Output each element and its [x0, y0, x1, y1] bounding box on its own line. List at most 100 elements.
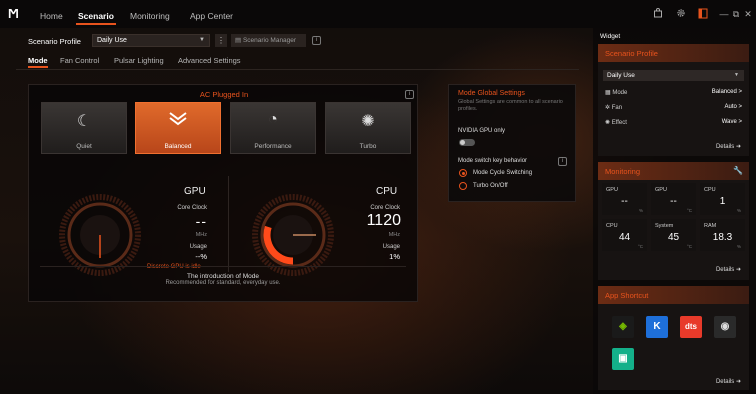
gauge-divider — [228, 176, 229, 272]
power-source-title: AC Plugged In — [199, 90, 249, 99]
scenario-profile-select[interactable]: Daily Use ▼ — [92, 34, 210, 47]
nvidia-icon[interactable]: ◈ — [612, 316, 634, 338]
monitor-unit: °C — [637, 244, 643, 249]
mode-intro-desc: Recommended for standard, everyday use. — [165, 280, 281, 286]
app-window: Ϻ Home Scenario Monitoring App Center — … — [0, 0, 756, 394]
mode-global-settings: Mode Global Settings Global Settings are… — [448, 84, 576, 202]
tab-fan-control[interactable]: Fan Control — [60, 56, 99, 65]
card-header: Monitoring — [598, 162, 749, 180]
widget-title: Widget — [600, 33, 621, 40]
mode-label: Balanced — [164, 143, 192, 150]
mode-label: Quiet — [76, 143, 92, 150]
global-settings-desc: Global Settings are common to all scenar… — [458, 99, 563, 112]
close-icon[interactable]: ✕ — [742, 8, 754, 20]
gpu-clock-unit: MHz — [195, 232, 207, 238]
monitor-cell: CPU 1% — [700, 183, 745, 215]
monitor-cell: System 45 °C — [651, 219, 696, 251]
widget-panel: Widget Scenario Profile Daily Use ▼ ▦ Mo… — [593, 28, 756, 394]
scenario-manager-label: Scenario Manager — [242, 37, 297, 44]
quiet-icon: ☾ — [76, 113, 92, 130]
fan-row-value[interactable]: Auto > — [724, 104, 742, 110]
k-app-icon[interactable]: K — [646, 316, 668, 338]
cpu-clock-label: Core Clock — [370, 205, 400, 211]
global-settings-title: Mode Global Settings — [458, 90, 525, 97]
more-options-button[interactable]: ⋮ — [215, 34, 227, 47]
monitor-value: 45 — [667, 232, 680, 243]
nav-app-center[interactable]: App Center — [190, 11, 233, 21]
mode-balanced-button[interactable]: Balanced — [135, 102, 221, 154]
scenario-manager-button[interactable]: ▤ Scenario Manager — [231, 34, 306, 47]
dts-icon[interactable]: dts — [680, 316, 702, 338]
app-shortcut-card: App Shortcut ◈ Kdts ◉ ▣ Details ➜ — [598, 286, 749, 390]
radio-turbo-onoff[interactable] — [459, 182, 467, 190]
card-header: Scenario Profile — [598, 44, 749, 62]
monitoring-details-link[interactable]: Details ➜ — [716, 266, 741, 273]
mode-label: Performance — [254, 143, 292, 150]
scenario-profile-card: Scenario Profile Daily Use ▼ ▦ Mode Bala… — [598, 44, 749, 156]
mode-quiet-button[interactable]: ☾ Quiet — [41, 102, 127, 154]
tab-mode[interactable]: Mode — [28, 56, 48, 65]
mode-row-value[interactable]: Balanced > — [712, 89, 742, 95]
performance-icon: ◔ — [268, 111, 278, 128]
bag-icon[interactable] — [652, 8, 664, 20]
gpu-idle-note: Discrete GPU is idle — [147, 264, 201, 270]
info-icon[interactable]: i — [312, 36, 321, 45]
mode-turbo-button[interactable]: ✺ Turbo — [325, 102, 411, 154]
fan-row-label: ✲ Fan — [605, 104, 622, 111]
predator-sense-icon[interactable]: ▣ — [612, 348, 634, 370]
scenario-manager-icon: ▤ — [235, 37, 243, 44]
widget-profile-value: Daily Use — [607, 72, 635, 79]
shortcut-details-link[interactable]: Details ➜ — [716, 378, 741, 385]
card-title: App Shortcut — [605, 291, 649, 300]
disc-app-icon[interactable]: ◉ — [714, 316, 736, 338]
card-title: Monitoring — [605, 167, 641, 176]
monitor-cell: RAM 18.3% — [700, 219, 745, 251]
minimize-icon[interactable]: — — [718, 8, 730, 20]
cpu-clock-value: 1120 — [366, 212, 401, 229]
nav-scenario[interactable]: Scenario — [78, 11, 114, 21]
mode-intro-title: The introduction of Mode — [187, 273, 259, 280]
monitor-unit: % — [736, 244, 741, 249]
tab-pulsar-lighting[interactable]: Pulsar Lighting — [114, 56, 164, 65]
gear-icon[interactable] — [675, 8, 687, 20]
monitor-unit: % — [736, 208, 741, 213]
scenario-profile-value: Daily Use — [97, 37, 127, 44]
tab-advanced-settings[interactable]: Advanced Settings — [178, 56, 241, 65]
top-bar: Ϻ Home Scenario Monitoring App Center — … — [0, 0, 756, 28]
toggle-knob — [460, 140, 465, 145]
card-header: App Shortcut — [598, 286, 749, 304]
gpu-usage-label: Usage — [189, 244, 207, 250]
monitor-cell: GPU -- °C — [651, 183, 696, 215]
chevron-down-icon: ▼ — [734, 72, 739, 78]
monitoring-card: Monitoring 🔧 GPU --% GPU -- °C CPU 1% CPU 44 °… — [598, 162, 749, 280]
panel-info-icon[interactable]: i — [405, 90, 414, 99]
nav-active-indicator — [76, 23, 116, 25]
mode-performance-button[interactable]: ◔ Performance — [230, 102, 316, 154]
mode-row-label: ▦ Mode — [605, 89, 627, 96]
switch-info-icon[interactable]: i — [558, 157, 567, 166]
gpu-clock-value: -- — [195, 213, 207, 229]
scenario-profile-label: Scenario Profile — [28, 37, 81, 46]
monitor-name: RAM — [704, 223, 717, 229]
predator-logo: Ϻ — [8, 6, 19, 21]
scenario-details-link[interactable]: Details ➜ — [716, 143, 741, 150]
cpu-usage-value: 1% — [389, 252, 400, 261]
wrench-icon[interactable]: 🔧 — [733, 166, 743, 175]
effect-row-value[interactable]: Wave > — [722, 119, 742, 125]
gpu-title: GPU — [184, 186, 206, 197]
sidebar-icon[interactable] — [697, 8, 709, 20]
widget-profile-select[interactable]: Daily Use ▼ — [603, 70, 744, 81]
monitor-cell: CPU 44 °C — [602, 219, 647, 251]
nav-home[interactable]: Home — [40, 11, 63, 21]
radio-mode-cycle[interactable] — [459, 169, 467, 177]
nav-monitoring[interactable]: Monitoring — [130, 11, 170, 21]
monitor-unit: °C — [686, 244, 692, 249]
fan-icon: ✲ — [605, 105, 612, 111]
effect-row-label: ✺ Effect — [605, 119, 627, 126]
restore-icon[interactable]: ⧉ — [730, 8, 742, 20]
monitor-value: 44 — [618, 232, 631, 243]
nvidia-gpu-only-toggle[interactable] — [459, 139, 475, 146]
monitor-cell: GPU --% — [602, 183, 647, 215]
mode-switch-key-label: Mode switch key behavior — [458, 158, 528, 164]
radio-mode-cycle-label: Mode Cycle Switching — [473, 170, 533, 176]
